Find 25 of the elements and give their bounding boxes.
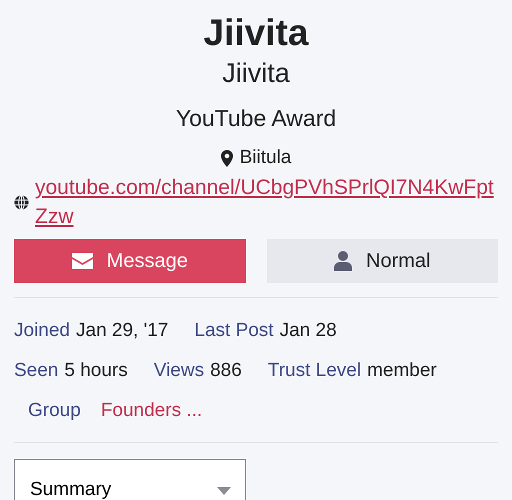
stat-value: Jan 29, '17	[76, 319, 168, 343]
stat-value: 886	[210, 359, 242, 383]
user-icon	[334, 251, 352, 271]
summary-dropdown[interactable]: Summary	[14, 459, 246, 500]
globe-icon	[14, 194, 29, 210]
envelope-icon	[72, 253, 93, 269]
stat-label: Seen	[14, 359, 58, 383]
map-pin-icon	[220, 150, 233, 166]
group-link[interactable]: Founders ...	[100, 397, 202, 424]
stat-label: Views	[154, 359, 204, 383]
website-link[interactable]: youtube.com/channel/UCbgPVhSPrlQI7N4KwFptZzw	[35, 173, 498, 231]
stat-label: Joined	[14, 319, 70, 343]
stat-label: Trust Level	[268, 359, 362, 383]
notification-level-button[interactable]: Normal	[266, 239, 498, 283]
full-name: Jiivita	[222, 57, 290, 90]
stat-value: member	[367, 359, 437, 383]
username: Jiivita	[204, 12, 308, 54]
stat-label: Last Post	[194, 319, 274, 343]
message-button[interactable]: Message	[14, 239, 246, 283]
stat-value: 5 hours	[64, 359, 128, 383]
stat-value: Jan 28	[280, 319, 337, 343]
stat-label: Group	[28, 399, 81, 423]
location: Biitula	[240, 146, 292, 170]
caret-icon	[217, 487, 231, 495]
user-title: YouTube Award	[176, 104, 336, 133]
